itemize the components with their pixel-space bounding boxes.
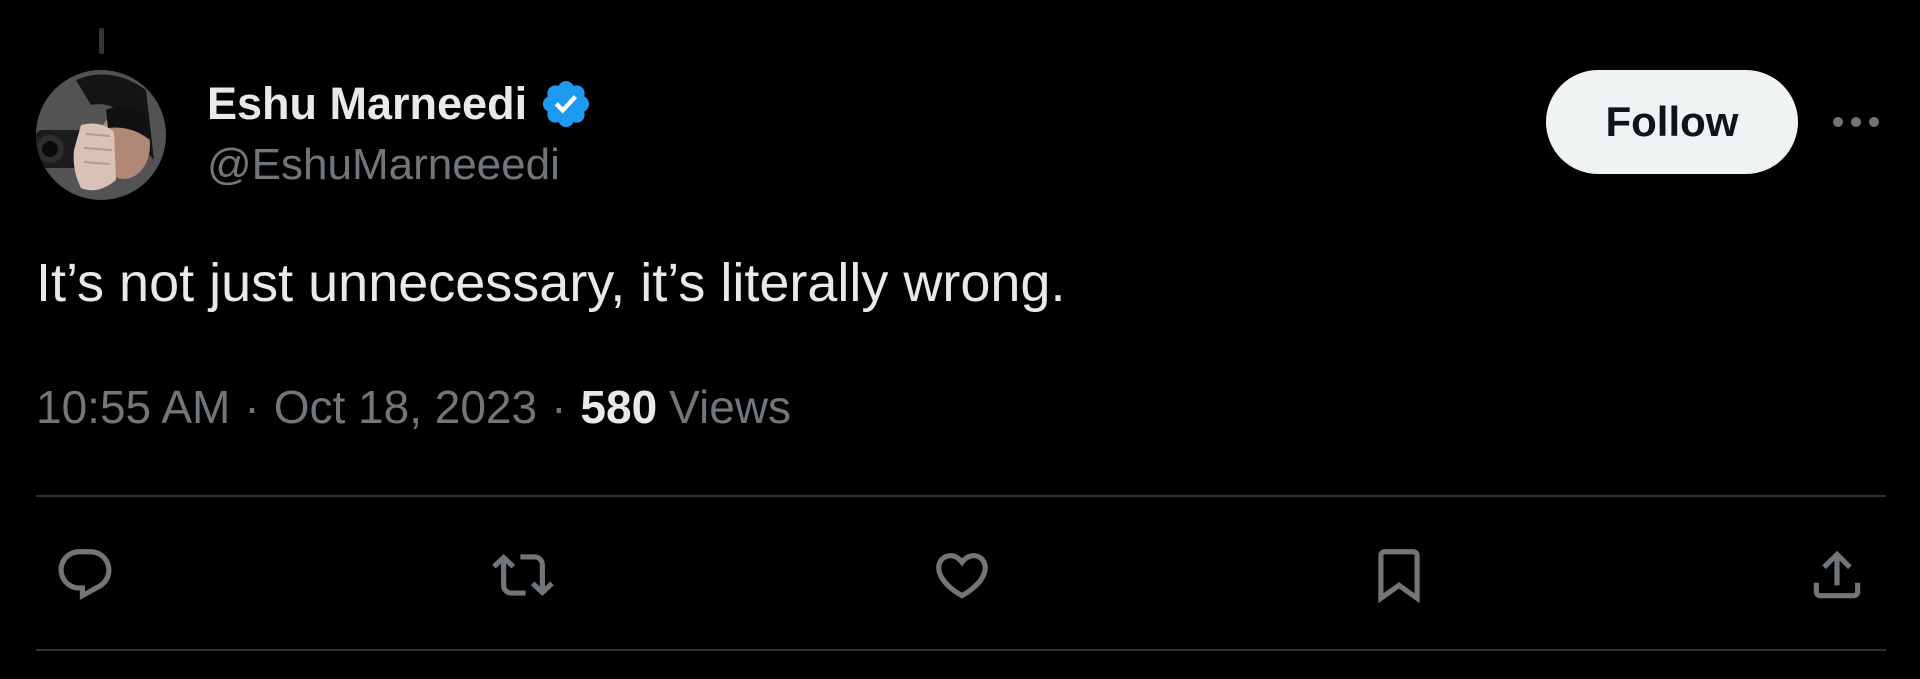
author-display-name[interactable]: Eshu Marneedi: [207, 78, 527, 130]
author-name-row[interactable]: Eshu Marneedi: [207, 72, 593, 136]
tweet-date[interactable]: Oct 18, 2023: [274, 380, 537, 434]
tweet-text: It’s not just unnecessary, it’s literall…: [36, 253, 1066, 313]
bookmark-icon: [1378, 549, 1420, 604]
views-count[interactable]: 580: [580, 380, 657, 434]
avatar-photo-icon: [36, 70, 166, 200]
share-icon: [1813, 550, 1861, 599]
meta-separator: ·: [551, 381, 567, 433]
more-dots-icon: [1833, 117, 1879, 127]
retweet-icon: [492, 554, 554, 596]
avatar[interactable]: [36, 70, 166, 200]
views-label[interactable]: Views: [669, 380, 791, 434]
tweet-time[interactable]: 10:55 AM: [36, 380, 230, 434]
retweet-button[interactable]: [488, 540, 558, 610]
more-options-button[interactable]: [1826, 102, 1886, 142]
verified-badge-icon: [539, 77, 593, 131]
bookmark-button[interactable]: [1364, 540, 1434, 610]
author-handle[interactable]: @EshuMarneeedi: [207, 140, 560, 190]
actions-divider-bottom: [36, 649, 1886, 651]
heart-icon: [936, 553, 988, 599]
like-button[interactable]: [927, 540, 997, 610]
actions-divider-top: [36, 495, 1886, 497]
share-button[interactable]: [1802, 540, 1872, 610]
meta-separator: ·: [244, 381, 260, 433]
follow-button[interactable]: Follow: [1546, 70, 1798, 174]
tweet-meta: 10:55 AM · Oct 18, 2023 · 580 Views: [36, 380, 791, 434]
thread-connector-line: [99, 28, 104, 54]
reply-button[interactable]: [50, 540, 120, 610]
reply-icon: [58, 549, 112, 601]
